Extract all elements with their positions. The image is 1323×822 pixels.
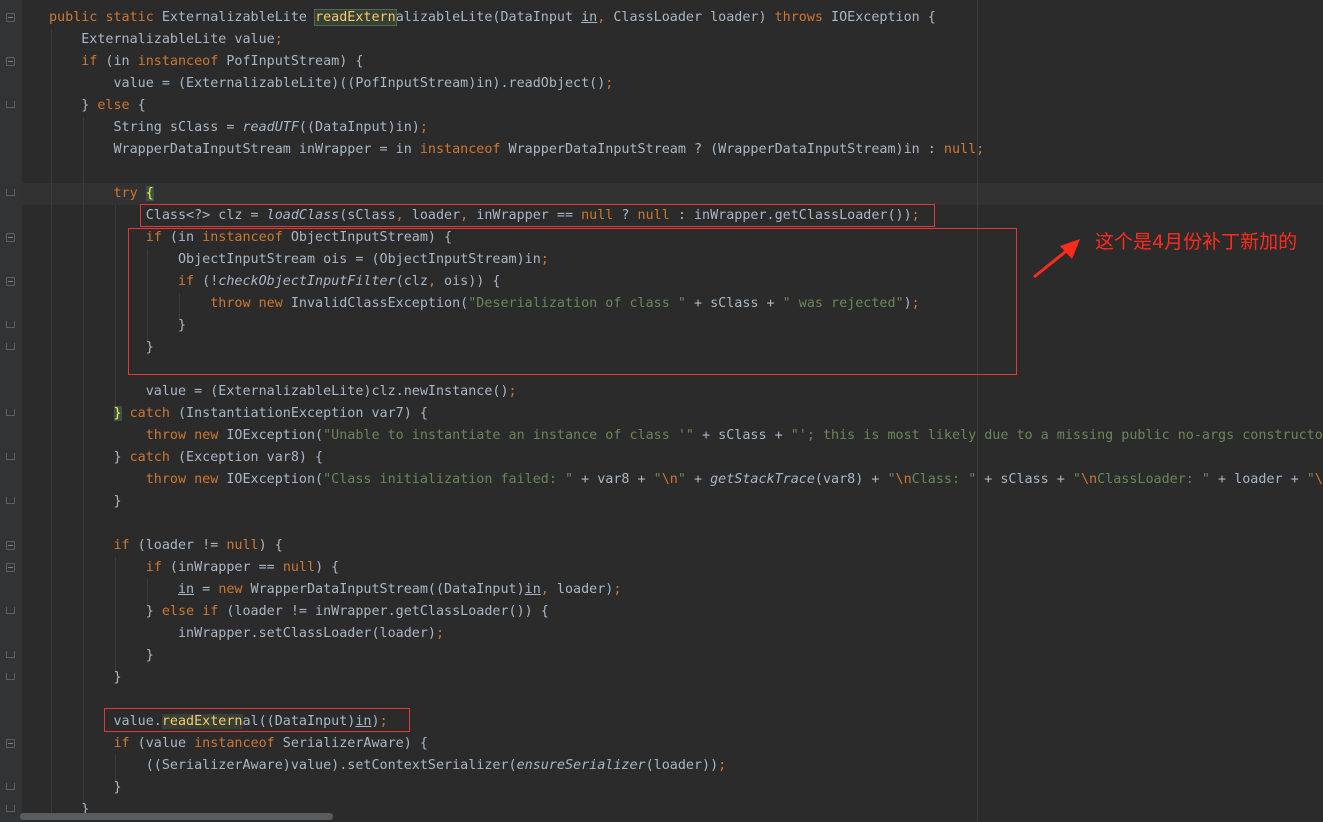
fold-icon[interactable] — [6, 453, 15, 460]
fold-icon[interactable] — [6, 343, 15, 350]
code-line[interactable]: throw new IOException("Unable to instant… — [49, 425, 1323, 447]
code-line[interactable]: } — [49, 645, 1323, 667]
annotation-box-filter-check — [128, 228, 1017, 375]
fold-icon[interactable] — [6, 497, 15, 504]
code-line[interactable]: public static ExternalizableLite readExt… — [49, 7, 1323, 29]
fold-icon[interactable] — [6, 563, 15, 572]
code-line[interactable]: throw new IOException("Class initializat… — [49, 469, 1323, 491]
code-area[interactable]: public static ExternalizableLite readExt… — [49, 7, 1323, 821]
code-line[interactable]: ((SerializerAware)value).setContextSeria… — [49, 755, 1323, 777]
arrow-icon — [1033, 239, 1080, 279]
fold-icon[interactable] — [6, 101, 15, 108]
fold-icon[interactable] — [6, 739, 15, 748]
code-line[interactable]: value = (ExternalizableLite)((PofInputSt… — [49, 73, 1323, 95]
annotation-label: 这个是4月份补丁新加的 — [1095, 231, 1298, 253]
fold-icon[interactable] — [6, 805, 15, 812]
fold-icon[interactable] — [6, 13, 15, 22]
horizontal-scrollbar[interactable] — [20, 813, 333, 820]
code-line[interactable]: if (in instanceof PofInputStream) { — [49, 51, 1323, 73]
code-line[interactable]: } — [49, 667, 1323, 689]
fold-icon[interactable] — [6, 541, 15, 550]
fold-icon[interactable] — [6, 57, 15, 66]
fold-icon[interactable] — [6, 189, 15, 196]
fold-icon[interactable] — [6, 321, 15, 328]
code-line[interactable] — [49, 161, 1323, 183]
code-line[interactable]: if (loader != null) { — [49, 535, 1323, 557]
code-line[interactable]: if (value instanceof SerializerAware) { — [49, 733, 1323, 755]
code-line[interactable]: } — [49, 491, 1323, 513]
code-line[interactable]: try { — [49, 183, 1323, 205]
fold-icon[interactable] — [6, 233, 15, 242]
annotation-box-readexternal — [104, 708, 410, 732]
fold-icon[interactable] — [6, 673, 15, 680]
fold-icon[interactable] — [6, 607, 15, 614]
annotation-box-loadclass — [140, 204, 935, 227]
fold-icon[interactable] — [6, 651, 15, 658]
code-line[interactable]: WrapperDataInputStream inWrapper = in in… — [49, 139, 1323, 161]
code-line[interactable]: } else { — [49, 95, 1323, 117]
code-line[interactable]: } catch (Exception var8) { — [49, 447, 1323, 469]
code-line[interactable]: String sClass = readUTF((DataInput)in); — [49, 117, 1323, 139]
code-editor[interactable]: public static ExternalizableLite readExt… — [0, 0, 1323, 822]
code-line[interactable]: } else if (loader != inWrapper.getClassL… — [49, 601, 1323, 623]
code-line[interactable]: value = (ExternalizableLite)clz.newInsta… — [49, 381, 1323, 403]
fold-icon[interactable] — [6, 783, 15, 790]
code-line[interactable]: } catch (InstantiationException var7) { — [49, 403, 1323, 425]
code-line[interactable]: } — [49, 777, 1323, 799]
fold-icon[interactable] — [6, 409, 15, 416]
code-line[interactable] — [49, 513, 1323, 535]
fold-icon[interactable] — [6, 277, 15, 286]
code-line[interactable]: in = new WrapperDataInputStream((DataInp… — [49, 579, 1323, 601]
code-line[interactable]: inWrapper.setClassLoader(loader); — [49, 623, 1323, 645]
code-line[interactable]: ExternalizableLite value; — [49, 29, 1323, 51]
code-line[interactable]: if (inWrapper == null) { — [49, 557, 1323, 579]
